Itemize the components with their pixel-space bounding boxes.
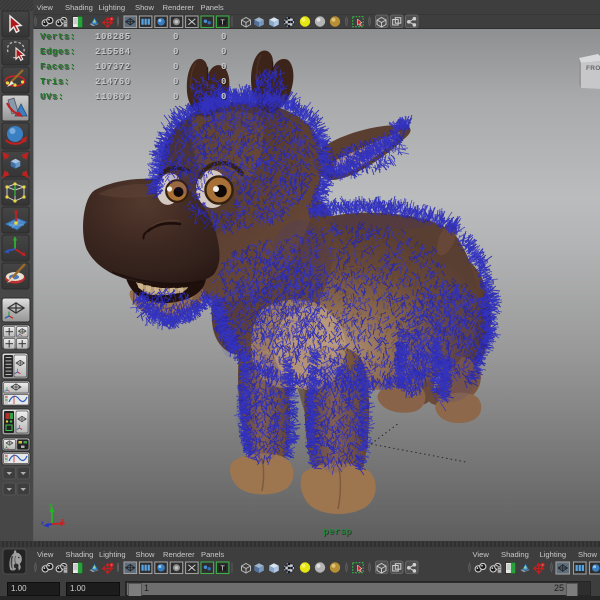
svg-text:T: T (221, 565, 226, 572)
svg-text:T: T (221, 19, 226, 26)
